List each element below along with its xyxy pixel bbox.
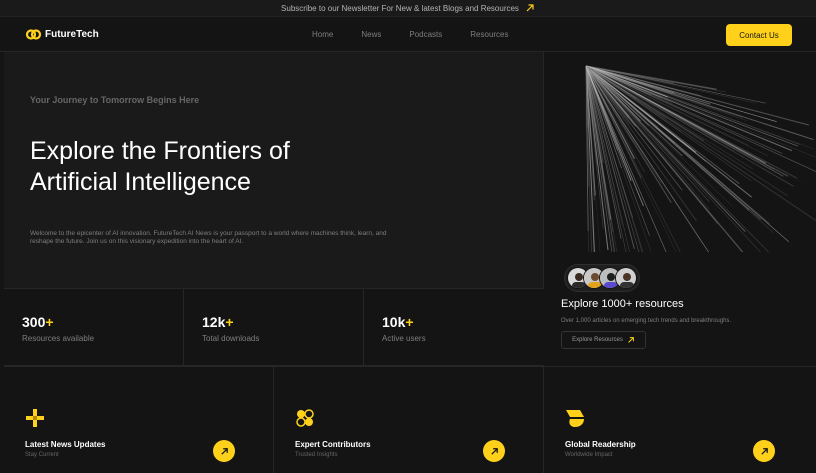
contact-us-button[interactable]: Contact Us	[726, 24, 792, 46]
stat-plus: +	[225, 314, 234, 330]
explore-resources-label: Explore Resources	[572, 337, 623, 343]
plus-sparkle-icon	[26, 409, 44, 427]
stat-value: 12k+	[202, 314, 234, 330]
hero-eyebrow: Your Journey to Tomorrow Begins Here	[30, 95, 200, 105]
features-row: Latest News Updates Stay Current Expert …	[4, 366, 816, 473]
resources-description: Over 1,000 articles on emerging tech tre…	[561, 318, 732, 324]
feature-subtitle: Stay Current	[25, 452, 59, 458]
feature-subtitle: Trusted Insights	[295, 452, 338, 458]
stat-number: 10k	[382, 314, 406, 330]
nav-item-news[interactable]: News	[361, 30, 381, 39]
stat-plus: +	[45, 314, 54, 330]
feature-subtitle: Worldwide Impact	[565, 452, 613, 458]
arrow-up-right-icon	[490, 447, 498, 455]
explore-resources-button[interactable]: Explore Resources	[561, 331, 646, 349]
nav-item-podcasts[interactable]: Podcasts	[409, 30, 442, 39]
stat-label: Active users	[382, 334, 426, 343]
arrow-up-right-icon	[526, 4, 534, 12]
stat-label: Resources available	[22, 334, 95, 343]
stat-downloads: 12k+ Total downloads	[184, 289, 364, 367]
stat-number: 12k	[202, 314, 226, 330]
hero-title: Explore the Frontiers of Artificial Inte…	[30, 136, 430, 198]
globe-shape-icon	[566, 410, 584, 427]
logo-mark-icon	[25, 29, 42, 40]
resources-panel: Explore 1000+ resources Over 1,000 artic…	[544, 52, 816, 366]
arrow-up-right-icon	[760, 447, 768, 455]
feature-title: Latest News Updates	[25, 440, 106, 449]
feature-arrow-button[interactable]	[753, 440, 775, 462]
stat-users: 10k+ Active users	[364, 289, 544, 367]
feature-title: Expert Contributors	[295, 440, 371, 449]
avatar-group	[564, 264, 640, 292]
stat-resources: 300+ Resources available	[4, 289, 184, 367]
newsletter-banner-text[interactable]: Subscribe to our Newsletter For New & la…	[281, 4, 519, 13]
stat-value: 300+	[22, 314, 54, 330]
hero-title-line-2: Artificial Intelligence	[30, 168, 251, 196]
arrow-up-right-icon	[628, 337, 634, 343]
feature-card-readership: Global Readership Worldwide Impact	[544, 367, 814, 473]
light-rays-graphic	[585, 65, 816, 252]
stat-label: Total downloads	[202, 334, 260, 343]
feature-arrow-button[interactable]	[483, 440, 505, 462]
main-navigation: FutureTech Home News Podcasts Resources …	[0, 17, 816, 52]
stat-plus: +	[405, 314, 414, 330]
newsletter-banner[interactable]: Subscribe to our Newsletter For New & la…	[0, 0, 816, 17]
hero-description: Welcome to the epicenter of AI innovatio…	[30, 230, 387, 245]
circles-icon	[296, 409, 314, 427]
feature-card-contributors: Expert Contributors Trusted Insights	[274, 367, 544, 473]
feature-card-news: Latest News Updates Stay Current	[4, 367, 274, 473]
brand-name: FutureTech	[45, 29, 99, 40]
nav-item-home[interactable]: Home	[312, 30, 333, 39]
avatar	[615, 267, 637, 289]
stat-value: 10k+	[382, 314, 414, 330]
nav-item-resources[interactable]: Resources	[470, 30, 508, 39]
arrow-up-right-icon	[220, 447, 228, 455]
stats-row: 300+ Resources available 12k+ Total down…	[4, 288, 544, 367]
hero-title-line-1: Explore the Frontiers of	[30, 137, 290, 165]
feature-arrow-button[interactable]	[213, 440, 235, 462]
hero-section: Your Journey to Tomorrow Begins Here Exp…	[4, 52, 544, 288]
resources-title: Explore 1000+ resources	[561, 298, 684, 310]
feature-title: Global Readership	[565, 440, 636, 449]
brand-logo[interactable]: FutureTech	[25, 26, 99, 43]
nav-menu: Home News Podcasts Resources	[312, 30, 509, 39]
stat-number: 300	[22, 314, 46, 330]
